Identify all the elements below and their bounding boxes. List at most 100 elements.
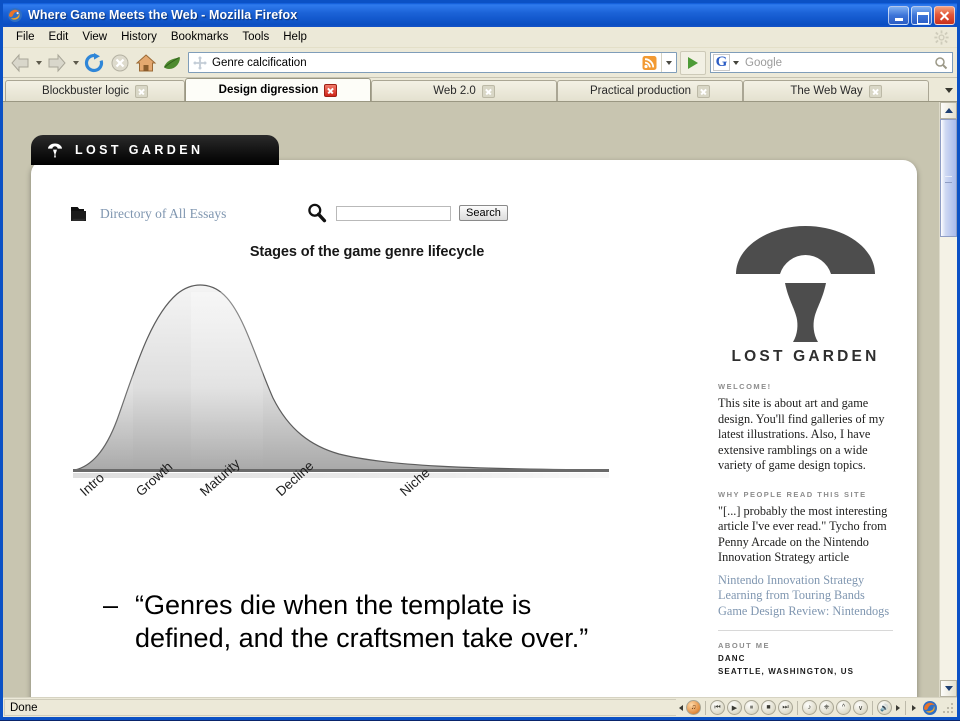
tab-label: Web 2.0 [433, 85, 476, 97]
music-note-icon[interactable]: ♫ [686, 700, 701, 715]
search-magnifier-icon[interactable] [930, 53, 952, 72]
chart-title: Stages of the game genre lifecycle [249, 244, 485, 260]
back-button[interactable] [7, 50, 33, 76]
tab-close-icon[interactable] [324, 83, 338, 97]
stop-icon[interactable]: ■ [761, 700, 776, 715]
home-button[interactable] [133, 50, 159, 76]
lost-garden-mark-icon [47, 143, 63, 158]
shuffle-icon[interactable]: ♪ [802, 700, 817, 715]
site-search-input[interactable] [336, 205, 451, 221]
genre-lifecycle-chart: Stages of the game genre lifecycle Intro… [67, 242, 667, 552]
menu-history[interactable]: History [114, 29, 164, 45]
tab-web-20[interactable]: Web 2.0 [371, 80, 557, 101]
status-bar: Done ♫ ⏮ ▶ ⏸ ■ ⏭ ♪ ⎈ ^ ∨ 🔊 [3, 697, 957, 717]
menu-view[interactable]: View [75, 29, 114, 45]
sidebar-logo-wordmark: LOST GARDEN [731, 348, 880, 365]
tab-overflow-icon[interactable] [941, 80, 957, 100]
sidebar-body-welcome: This site is about art and game design. … [718, 396, 885, 472]
scroll-down-icon[interactable] [940, 680, 957, 697]
site-brand-tab[interactable]: LOST GARDEN [31, 135, 279, 165]
next-track-icon[interactable]: ⏭ [778, 700, 793, 715]
tab-practical-production[interactable]: Practical production [557, 80, 743, 101]
menu-help[interactable]: Help [276, 29, 314, 45]
close-button[interactable] [934, 5, 955, 25]
address-dropdown-icon[interactable] [661, 53, 676, 72]
leaf-icon[interactable] [159, 50, 185, 76]
folder-icon [67, 203, 89, 225]
menu-tools[interactable]: Tools [235, 29, 276, 45]
tab-close-icon[interactable] [481, 84, 495, 98]
tab-close-icon[interactable] [697, 84, 710, 98]
tray-overflow-icon[interactable] [909, 701, 918, 715]
forward-button[interactable] [44, 50, 70, 76]
firefox-tray-icon[interactable] [921, 700, 939, 716]
chart-area-path [74, 284, 608, 471]
stop-button[interactable] [107, 50, 133, 76]
resize-grip-icon[interactable] [941, 701, 955, 715]
gear-icon [934, 30, 949, 45]
scrollbar-track[interactable] [940, 119, 957, 680]
tab-design-digression[interactable]: Design digression [185, 78, 371, 101]
sidebar-heading-why-people-read: WHY PEOPLE READ THIS SITE [718, 489, 867, 499]
maximize-button[interactable] [911, 5, 932, 25]
previous-track-icon[interactable]: ⏮ [710, 700, 725, 715]
play-icon[interactable]: ▶ [727, 700, 742, 715]
sidebar-heading-about-me: ABOUT ME [718, 641, 770, 650]
volume-up-icon[interactable]: ^ [836, 700, 851, 715]
search-input[interactable]: Google [741, 57, 930, 69]
tray-more-icon[interactable] [893, 701, 902, 715]
sidebar-link-nintendo-innovation-strategy[interactable]: Nintendo Innovation Strategy [718, 573, 893, 589]
tab-blockbuster-logic[interactable]: Blockbuster logic [5, 80, 185, 101]
scrollbar-thumb[interactable] [940, 119, 957, 237]
directory-link-label: Directory of All Essays [100, 206, 227, 221]
tab-label: Design digression [218, 84, 319, 96]
back-dropdown-icon[interactable] [33, 50, 44, 76]
sidebar-body-why-people-read: "[...] probably the most interesting art… [718, 503, 888, 565]
reload-button[interactable] [81, 50, 107, 76]
sidebar-link-game-design-review-nintendogs[interactable]: Game Design Review: Nintendogs [718, 604, 893, 620]
volume-down-icon[interactable]: ∨ [853, 700, 868, 715]
chart-x-labels: Intro Growth Maturity Decline Niche [67, 456, 667, 548]
sidebar-divider [718, 630, 893, 631]
search-engine-dropdown-icon[interactable] [731, 54, 741, 71]
navigation-toolbar: Genre calcification G Google [3, 48, 957, 78]
sidebar-link-learning-from-touring-bands[interactable]: Learning from Touring Bands [718, 588, 893, 604]
menu-file[interactable]: File [9, 29, 42, 45]
status-text: Done [4, 699, 676, 716]
magnifier-icon [306, 202, 328, 224]
tab-the-web-way[interactable]: The Web Way [743, 80, 929, 101]
tab-close-icon[interactable] [134, 84, 148, 98]
web-page: LOST GARDEN Directory of All Essays Sear… [3, 102, 939, 697]
menu-edit[interactable]: Edit [42, 29, 76, 45]
google-icon: G [713, 54, 730, 71]
search-bar[interactable]: G Google [710, 52, 953, 73]
tab-strip: Blockbuster logic Design digression Web … [3, 78, 957, 102]
sidebar-about-location: SEATTLE, WASHINGTON, US [718, 667, 855, 676]
sidebar-about-name: DANC [718, 654, 746, 663]
firefox-window: Where Game Meets the Web - Mozilla Firef… [0, 0, 960, 720]
rss-feed-icon[interactable] [641, 55, 658, 71]
browser-viewport: LOST GARDEN Directory of All Essays Sear… [3, 102, 957, 697]
directory-of-all-essays-link[interactable]: Directory of All Essays [67, 203, 226, 225]
tray-separator [905, 700, 906, 715]
site-search-area: Search [306, 202, 508, 224]
vertical-scrollbar[interactable] [939, 102, 957, 697]
page-favicon-icon [192, 55, 208, 71]
go-button[interactable] [680, 50, 706, 75]
quote-bullet-dash: – [103, 590, 119, 620]
quote-line-1: “Genres die when the template is [135, 590, 532, 620]
speaker-icon[interactable]: 🔊 [877, 700, 892, 715]
address-bar[interactable]: Genre calcification [188, 52, 677, 73]
pause-icon[interactable]: ⏸ [744, 700, 759, 715]
url-text[interactable]: Genre calcification [212, 57, 641, 69]
menu-bookmarks[interactable]: Bookmarks [164, 29, 236, 45]
eject-icon[interactable]: ⎈ [819, 700, 834, 715]
minimize-button[interactable] [888, 5, 909, 25]
tray-expand-icon[interactable] [676, 701, 685, 715]
tab-label: The Web Way [790, 85, 863, 97]
tab-close-icon[interactable] [868, 84, 882, 98]
sidebar-heading-welcome: WELCOME! [718, 382, 772, 391]
forward-dropdown-icon[interactable] [70, 50, 81, 76]
site-search-button[interactable]: Search [459, 205, 508, 221]
scroll-up-icon[interactable] [940, 102, 957, 119]
